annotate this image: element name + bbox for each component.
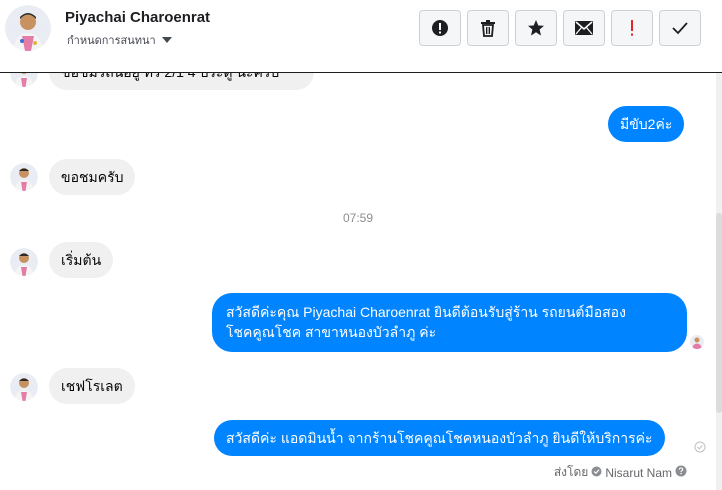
message-outgoing[interactable]: สวัสดีค่ะ แอดมินน้ำ จากร้านโชคคูณโชคหนอง… [214, 420, 665, 456]
seen-avatar [690, 335, 704, 349]
checkmark-icon [672, 22, 688, 35]
important-button[interactable] [611, 10, 653, 46]
caret-down-icon [161, 37, 172, 43]
message-line: โชคคูณโชค สาขาหนองบัวลำภู ค่ะ [226, 324, 437, 340]
report-button[interactable] [419, 10, 461, 46]
alert-circle-icon [432, 20, 448, 36]
trash-icon [481, 20, 495, 37]
contact-avatar[interactable] [5, 5, 51, 51]
contact-name[interactable]: Piyachai Charoenrat [65, 9, 210, 26]
contact-avatar-small [10, 373, 38, 401]
message-incoming[interactable]: เชฟโรเลต [49, 368, 135, 404]
contact-avatar-small [10, 248, 38, 276]
envelope-icon [575, 21, 593, 35]
exclamation-icon [631, 20, 633, 36]
message-incoming[interactable]: ขอชมครับ [49, 159, 136, 195]
help-icon[interactable] [675, 465, 687, 480]
conversation-actions [419, 10, 701, 46]
sender-name: Nisarut Nam [605, 465, 672, 480]
conversation-status-label: กำหนดการสนทนา [67, 35, 156, 47]
delivered-check-icon [694, 440, 706, 453]
mark-done-button[interactable] [659, 10, 701, 46]
message-line: สวัสดีค่ะคุณ Piyachai Charoenrat ยินดีต้… [226, 304, 626, 320]
scrollbar-thumb[interactable] [716, 213, 722, 413]
message-outgoing[interactable]: สวัสดีค่ะคุณ Piyachai Charoenrat ยินดีต้… [212, 293, 687, 352]
sent-by-prefix: ส่งโดย [553, 465, 589, 479]
sent-by-note: ส่งโดย Nisarut Nam [554, 463, 687, 482]
conversation-header: Piyachai Charoenrat กำหนดการสนทนา [0, 0, 722, 73]
contact-avatar-small [10, 163, 38, 191]
mark-unread-button[interactable] [563, 10, 605, 46]
message-incoming[interactable]: เริ่มต้น [49, 242, 114, 278]
message-outgoing[interactable]: มีขับ2ค่ะ [608, 106, 685, 142]
star-icon [528, 20, 544, 36]
verified-icon [591, 466, 602, 480]
conversation-status-dropdown[interactable]: กำหนดการสนทนา [67, 31, 172, 49]
message-timestamp: 07:59 [342, 211, 374, 225]
delete-button[interactable] [467, 10, 509, 46]
scrollbar[interactable] [716, 73, 722, 490]
star-button[interactable] [515, 10, 557, 46]
